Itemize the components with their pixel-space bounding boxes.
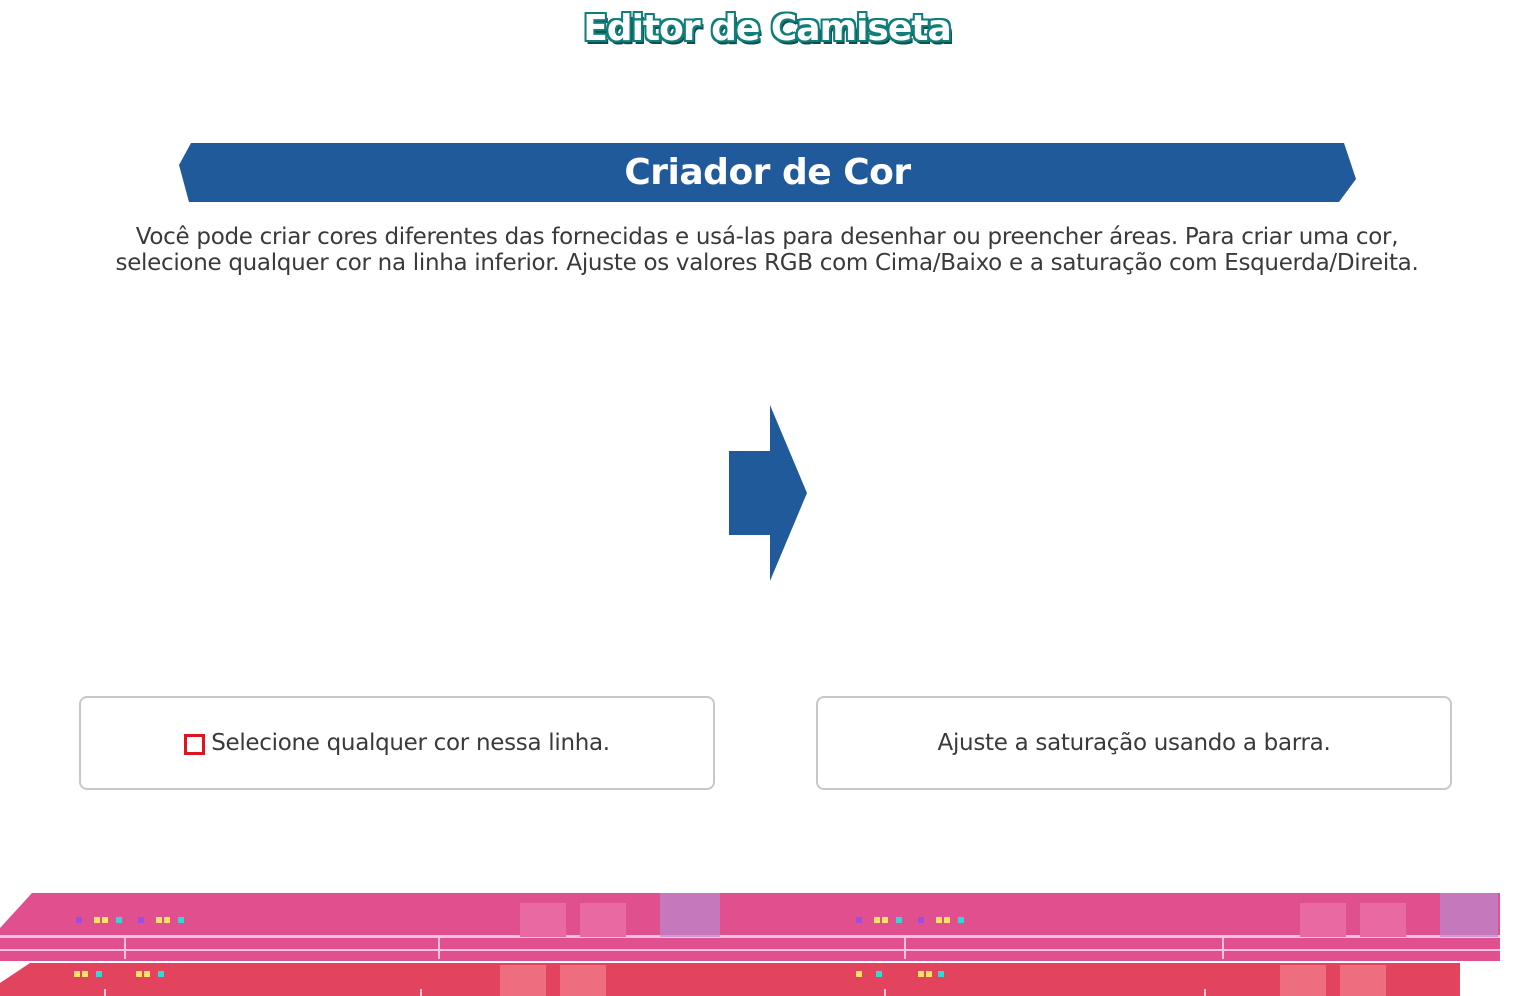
section-banner: Criador de Cor <box>179 143 1356 202</box>
description-line-2: selecione qualquer cor na linha inferior… <box>115 250 1419 276</box>
step-adjust-saturation-box: Ajuste a saturação usando a barra. <box>816 696 1452 790</box>
palette-strip-graphic <box>0 893 1500 996</box>
section-title: Criador de Cor <box>624 152 911 193</box>
color-palette-strip[interactable] <box>0 893 1534 996</box>
section-description: Você pode criar cores diferentes das for… <box>60 224 1474 276</box>
step-select-color-text: Selecione qualquer cor nessa linha. <box>211 730 610 756</box>
step-adjust-saturation-text: Ajuste a saturação usando a barra. <box>937 730 1331 756</box>
red-square-icon <box>184 733 206 755</box>
description-line-1: Você pode criar cores diferentes das for… <box>135 224 1399 250</box>
step-select-color-box: Selecione qualquer cor nessa linha. <box>79 696 715 790</box>
color-creator-tutorial-page: Editor de Camiseta Criador de Cor Você p… <box>0 0 1534 996</box>
right-arrow-icon <box>729 405 807 581</box>
app-title: Editor de Camiseta <box>583 8 952 49</box>
